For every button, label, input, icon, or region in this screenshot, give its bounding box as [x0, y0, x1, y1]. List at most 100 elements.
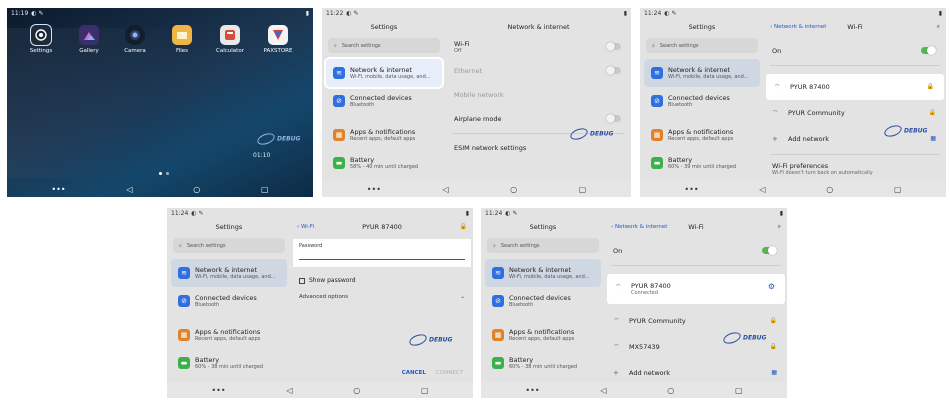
connected-network-row[interactable]: ⌔ PYUR 87400 Connected ⚙: [607, 274, 785, 304]
advanced-options[interactable]: Advanced options ⌄: [299, 294, 465, 300]
settings-item-battery[interactable]: ▬ Battery 60% - 39 min until charged: [644, 149, 760, 177]
settings-item-connected-devices[interactable]: ⊘ Connected devices Bluetooth: [171, 287, 287, 315]
wifi-network-row[interactable]: ⌔ PYUR 87400 🔒: [766, 74, 944, 100]
search-bar[interactable]: ⌕ Search settings: [487, 238, 599, 253]
home-icon[interactable]: ○: [193, 185, 200, 194]
password-field[interactable]: Password: [293, 239, 471, 267]
search-icon[interactable]: ⌕: [937, 19, 940, 35]
settings-item-connected-devices[interactable]: ⊘ Connected devices Bluetooth: [326, 87, 442, 115]
search-icon: ⌕: [652, 42, 655, 49]
paxstore-icon: [268, 25, 288, 45]
menu-dots-icon[interactable]: •••: [684, 185, 698, 194]
back-icon[interactable]: ◁: [442, 185, 448, 194]
search-icon[interactable]: ⌕: [778, 219, 781, 235]
ethernet-toggle[interactable]: [606, 66, 621, 75]
qr-icon[interactable]: ▦: [930, 135, 936, 142]
app-camera[interactable]: Camera: [117, 25, 153, 54]
wifi-toggle[interactable]: [606, 42, 621, 51]
home-icon[interactable]: ○: [353, 386, 360, 395]
settings-item-network[interactable]: ≋ Network & internet Wi-Fi, mobile, data …: [644, 59, 760, 87]
lock-icon: 🔒: [928, 109, 936, 116]
recents-icon[interactable]: ▢: [579, 185, 587, 194]
app-gallery[interactable]: Gallery: [71, 25, 107, 54]
search-bar[interactable]: ⌕ Search settings: [328, 38, 440, 53]
recents-icon[interactable]: ▢: [894, 185, 902, 194]
back-link[interactable]: ‹ Network & internet: [770, 19, 826, 35]
back-link[interactable]: ‹ Network & internet: [611, 219, 667, 235]
back-icon[interactable]: ◁: [600, 386, 606, 395]
home-icon[interactable]: ○: [667, 386, 674, 395]
settings-item-apps[interactable]: ▦ Apps & notifications Recent apps, defau…: [171, 321, 287, 349]
menu-dots-icon[interactable]: •••: [51, 185, 65, 194]
link-icon: ⊘: [651, 95, 663, 107]
wifi-toggle[interactable]: [762, 246, 777, 255]
wifi-preferences-row[interactable]: Wi-Fi preferences Wi-Fi doesn't turn bac…: [764, 157, 946, 181]
airplane-toggle[interactable]: [606, 114, 621, 123]
chevron-down-icon: ⌄: [460, 294, 465, 300]
settings-item-network[interactable]: ≋ Network & internet Wi-Fi, mobile, data …: [171, 259, 287, 287]
checkbox-icon: [299, 277, 305, 284]
back-icon[interactable]: ◁: [126, 185, 132, 194]
ethernet-row[interactable]: Ethernet: [446, 59, 631, 83]
menu-dots-icon[interactable]: •••: [525, 386, 539, 395]
home-icon[interactable]: ○: [826, 185, 833, 194]
home-icon[interactable]: ○: [510, 185, 517, 194]
wifi-network-row[interactable]: ⌔ PYUR Community 🔒: [764, 100, 946, 126]
home-screen-panel: 11:19 ◐ ✎ ▮ Settings Gallery Camera File…: [7, 8, 313, 197]
settings-item-network[interactable]: ≋ Network & internet Wi-Fi, mobile, data …: [485, 259, 601, 287]
recents-icon[interactable]: ▢: [261, 185, 269, 194]
wifi-toggle[interactable]: [921, 46, 936, 55]
mobile-network-row[interactable]: Mobile network: [446, 83, 631, 107]
settings-item-connected-devices[interactable]: ⊘ Connected devices Bluetooth: [485, 287, 601, 315]
app-paxstore[interactable]: PAXSTORE: [260, 25, 296, 54]
settings-list: Settings ⌕ Search settings ≋ Network & in…: [322, 19, 446, 181]
settings-item-apps[interactable]: ▦ Apps & notifications Recent apps, defau…: [644, 121, 760, 149]
qr-icon[interactable]: ▦: [771, 369, 777, 376]
wifi-icon: ≋: [178, 267, 190, 279]
airplane-mode-row[interactable]: Airplane mode: [446, 107, 631, 131]
menu-dots-icon[interactable]: •••: [211, 386, 225, 395]
apps-icon: ▦: [492, 329, 504, 341]
connect-button[interactable]: CONNECT: [436, 370, 463, 376]
wifi-on-row[interactable]: On: [764, 39, 946, 63]
wifi-on-row[interactable]: On: [605, 239, 787, 263]
clock-text: 01:10: [253, 152, 271, 159]
esim-row[interactable]: ESIM network settings: [446, 136, 631, 160]
gear-icon[interactable]: ⚙: [768, 282, 775, 291]
camera-icon: [125, 25, 145, 45]
show-password-checkbox[interactable]: Show password: [299, 277, 473, 284]
battery-icon: ▮: [623, 10, 627, 17]
settings-item-apps[interactable]: ▦ Apps & notifications Recent apps, defau…: [326, 121, 442, 149]
settings-item-apps[interactable]: ▦ Apps & notifications Recent apps, defau…: [485, 321, 601, 349]
gallery-icon: [79, 25, 99, 45]
back-link[interactable]: ‹ Wi-Fi: [297, 219, 314, 235]
settings-item-network[interactable]: ≋ Network & internet Wi-Fi, mobile, data …: [324, 57, 444, 89]
search-bar[interactable]: ⌕ Search settings: [173, 238, 285, 253]
recents-icon[interactable]: ▢: [421, 386, 429, 395]
battery-setting-icon: ▬: [651, 157, 663, 169]
battery-setting-icon: ▬: [333, 157, 345, 169]
recents-icon[interactable]: ▢: [735, 386, 743, 395]
cancel-button[interactable]: CANCEL: [402, 370, 426, 376]
status-bar: 11:24 ◐ ✎ ▮: [644, 10, 942, 17]
settings-item-connected-devices[interactable]: ⊘ Connected devices Bluetooth: [644, 87, 760, 115]
back-icon[interactable]: ◁: [286, 386, 292, 395]
settings-list: Settings ⌕ Search settings ≋ Network & in…: [167, 219, 291, 382]
settings-item-battery[interactable]: ▬ Battery 58% - 40 min until charged: [326, 149, 442, 177]
wifi-network-row[interactable]: ⌔ PYUR Community 🔒: [605, 308, 787, 334]
settings-item-battery[interactable]: ▬ Battery 60% - 38 min until charged: [485, 349, 601, 377]
back-icon[interactable]: ◁: [759, 185, 765, 194]
wifi-signal-icon: ⌔: [613, 317, 620, 325]
app-settings[interactable]: Settings: [23, 24, 59, 54]
wifi-row[interactable]: Wi-Fi Off: [446, 35, 631, 59]
app-calculator[interactable]: Calculator: [212, 25, 248, 54]
settings-item-battery[interactable]: ▬ Battery 60% - 38 min until charged: [171, 349, 287, 377]
app-files[interactable]: Files: [164, 25, 200, 54]
settings-title: Settings: [370, 23, 398, 31]
search-bar[interactable]: ⌕ Search settings: [646, 38, 758, 53]
lock-icon: 🔒: [769, 317, 777, 324]
menu-dots-icon[interactable]: •••: [367, 185, 381, 194]
search-icon: ⌕: [493, 242, 496, 249]
settings-list: Settings ⌕ Search settings ≋ Network & in…: [481, 219, 605, 382]
nav-bar: ••• ◁ ○ ▢: [322, 181, 631, 197]
